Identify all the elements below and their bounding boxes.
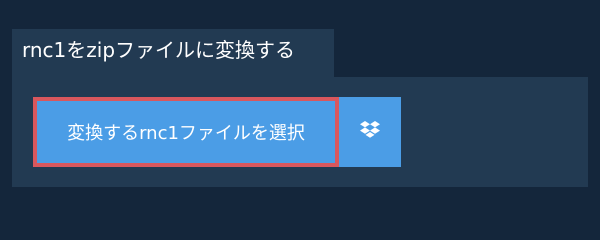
page-title: rnc1をzipファイルに変換する bbox=[12, 29, 334, 77]
dropbox-icon bbox=[359, 120, 381, 144]
dropbox-button[interactable] bbox=[339, 97, 401, 167]
select-file-label: 変換するrnc1ファイルを選択 bbox=[67, 123, 305, 144]
select-file-button[interactable]: 変換するrnc1ファイルを選択 bbox=[33, 97, 339, 167]
converter-page: rnc1をzipファイルに変換する 変換するrnc1ファイルを選択 bbox=[0, 0, 600, 230]
